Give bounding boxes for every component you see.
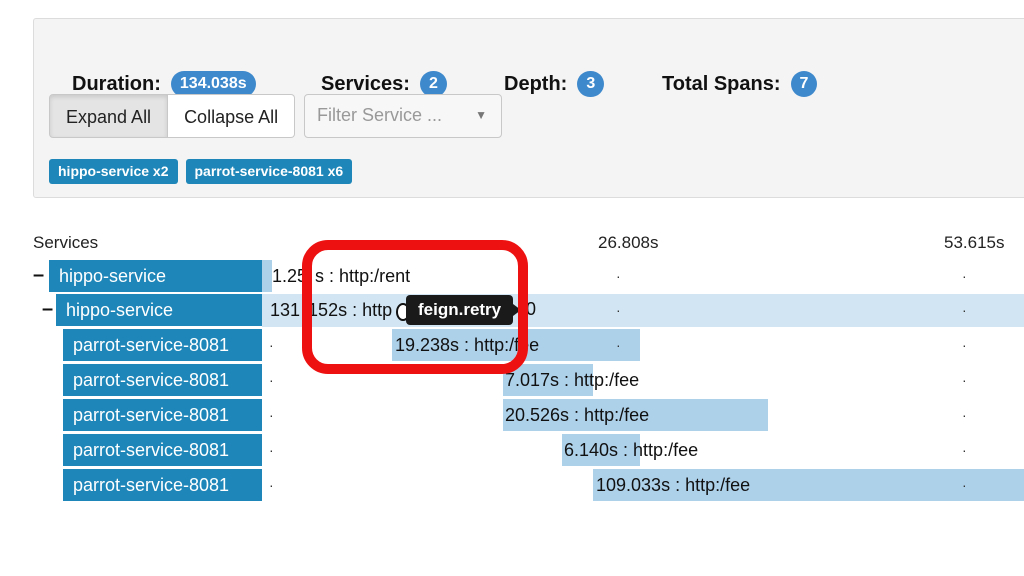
span-duration-label: 109.033s : http:/fee xyxy=(596,475,751,495)
tick-dot: · xyxy=(962,442,967,458)
tick-dot: · xyxy=(962,477,967,493)
total-spans-stat: Total Spans: 7 xyxy=(662,71,818,97)
service-tag-hippo[interactable]: hippo-service x2 xyxy=(49,159,178,184)
tick-dot: · xyxy=(269,372,274,388)
span-service-name[interactable]: parrot-service-8081 xyxy=(63,399,262,431)
depth-badge: 3 xyxy=(577,71,605,97)
span-track: 1.25 s : http:/rent · · xyxy=(262,260,1024,293)
span-bar xyxy=(262,260,272,292)
tick-dot: · xyxy=(962,407,967,423)
tooltip-arrow xyxy=(513,304,522,316)
annotation-tooltip: feign.retry xyxy=(406,295,522,325)
service-tags: hippo-service x2 parrot-service-8081 x6 xyxy=(49,159,353,184)
total-spans-badge: 7 xyxy=(790,71,818,97)
tick-dot: · xyxy=(962,268,967,284)
tick-dot: · xyxy=(269,477,274,493)
depth-label: Depth: xyxy=(504,72,568,95)
tick-dot: · xyxy=(269,407,274,423)
span-track: · 19.238s : http:/fee · · xyxy=(262,329,1024,362)
span-service-name[interactable]: parrot-service-8081 xyxy=(63,434,262,466)
total-spans-label: Total Spans: xyxy=(662,72,781,95)
trace-summary-panel: Duration: 134.038s Services: 2 Depth: 3 … xyxy=(33,18,1024,198)
span-row[interactable]: parrot-service-8081 · 20.526s : http:/fe… xyxy=(0,399,1024,432)
span-duration-label: 6.140s : http:/fee xyxy=(564,440,699,460)
span-service-name[interactable]: parrot-service-8081 xyxy=(63,364,262,396)
tick-dot: · xyxy=(962,302,967,318)
span-row[interactable]: parrot-service-8081 · 6.140s : http:/fee… xyxy=(0,434,1024,467)
span-duration-label: 19.238s : http:/fee xyxy=(395,335,540,355)
expand-collapse-group: Expand All Collapse All xyxy=(49,94,296,138)
tick-dot: · xyxy=(962,337,967,353)
collapse-toggle-icon[interactable]: – xyxy=(33,264,44,287)
collapse-all-button[interactable]: Collapse All xyxy=(168,94,296,138)
span-row[interactable]: parrot-service-8081 · 7.017s : http:/fee… xyxy=(0,364,1024,397)
span-service-name[interactable]: hippo-service xyxy=(56,294,262,326)
span-row[interactable]: parrot-service-8081 · 109.033s : http:/f… xyxy=(0,469,1024,502)
service-tag-parrot[interactable]: parrot-service-8081 x6 xyxy=(185,159,353,184)
tick-dot: · xyxy=(269,442,274,458)
timeline-tick-2: 53.615s xyxy=(944,233,1005,252)
span-row[interactable]: – hippo-service 1.25 s : http:/rent · · xyxy=(0,260,1024,293)
annotation-tooltip-text: feign.retry xyxy=(418,300,502,319)
span-duration-label: 7.017s : http:/fee xyxy=(505,370,640,390)
tick-dot: · xyxy=(269,337,274,353)
chevron-down-icon: ▼ xyxy=(475,108,487,122)
collapse-toggle-icon[interactable]: – xyxy=(42,298,53,321)
services-label: Services: xyxy=(321,72,410,95)
depth-stat: Depth: 3 xyxy=(504,71,605,97)
filter-service-select[interactable]: Filter Service ... ▼ xyxy=(304,94,502,138)
span-track: · 7.017s : http:/fee · xyxy=(262,364,1024,397)
timeline-tick-1: 26.808s xyxy=(598,233,659,252)
duration-label: Duration: xyxy=(72,72,161,95)
tick-dot: · xyxy=(616,337,621,353)
tick-dot: · xyxy=(616,302,621,318)
trace-page: Duration: 134.038s Services: 2 Depth: 3 … xyxy=(0,0,1024,576)
span-row[interactable]: parrot-service-8081 · 19.238s : http:/fe… xyxy=(0,329,1024,362)
span-duration-label: 20.526s : http:/fee xyxy=(505,405,650,425)
span-track: 131 152s : http · · xyxy=(262,294,1024,327)
span-track: · 20.526s : http:/fee · xyxy=(262,399,1024,432)
span-service-name[interactable]: hippo-service xyxy=(49,260,262,292)
expand-all-button[interactable]: Expand All xyxy=(49,94,169,138)
span-track: · 109.033s : http:/fee · xyxy=(262,469,1024,502)
span-duration-label: 1.25 s : http:/rent xyxy=(272,266,411,286)
services-column-header: Services xyxy=(33,233,99,252)
filter-service-placeholder: Filter Service ... xyxy=(317,105,443,125)
tick-dot: · xyxy=(962,372,967,388)
span-track: · 6.140s : http:/fee · xyxy=(262,434,1024,467)
span-service-name[interactable]: parrot-service-8081 xyxy=(63,329,262,361)
annotation-trailing-text: 0 xyxy=(526,299,537,319)
span-service-name[interactable]: parrot-service-8081 xyxy=(63,469,262,501)
span-duration-label: 131 152s : http xyxy=(270,300,393,320)
tick-dot: · xyxy=(616,268,621,284)
